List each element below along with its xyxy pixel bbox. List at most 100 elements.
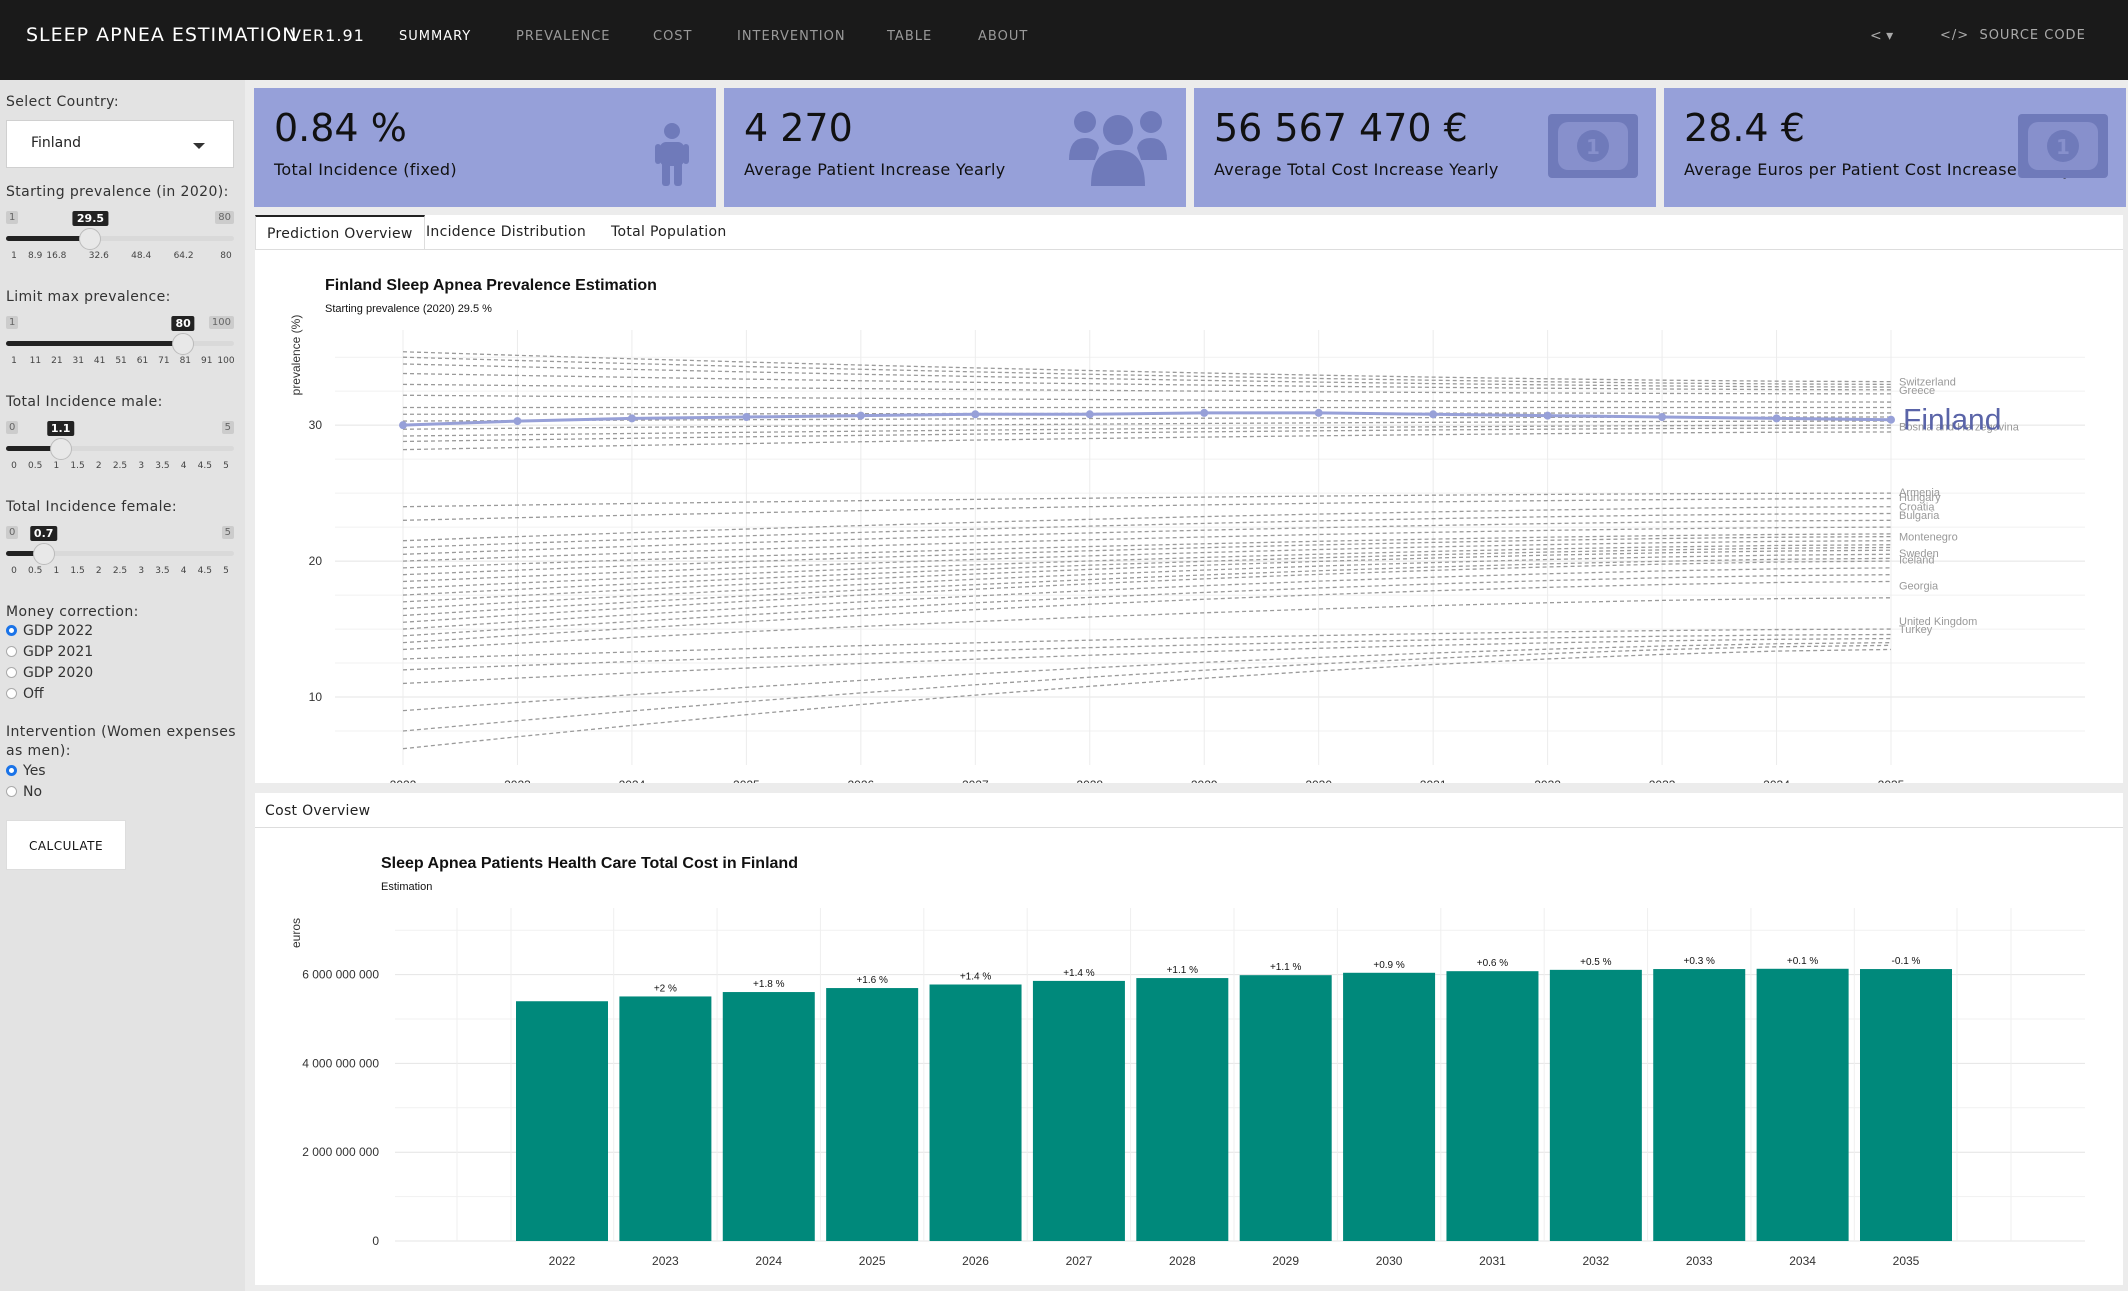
x-tick-label: 2029 [1191, 778, 1218, 783]
code-icon: </> [1940, 28, 1970, 43]
tab-prediction-overview[interactable]: Prediction Overview [255, 215, 425, 249]
slider-tick-label: 64.2 [173, 251, 194, 261]
x-tick-label: 2034 [1789, 1254, 1816, 1268]
cost-bar [1446, 971, 1539, 1241]
slider-tick-label: 1 [11, 251, 17, 261]
intervention-option[interactable]: Yes [6, 763, 46, 779]
country-label: Turkey [1899, 624, 1933, 636]
bar-change-label: +1.4 % [960, 972, 992, 983]
incidence-male-label: Total Incidence male: [6, 394, 163, 410]
x-tick-label: 2033 [1649, 778, 1676, 783]
slider-ticks: 0 0.5 1 1.5 2 2.5 3 3.5 4 4.5 5 [6, 461, 234, 481]
slider-tick-label: 1 [53, 461, 60, 471]
radio-button[interactable] [6, 765, 17, 776]
card-label: Average Total Cost Increase Yearly [1214, 160, 1499, 179]
country-label: Montenegro [1899, 532, 1958, 544]
slider-ticks: 0 0.5 1 1.5 2 2.5 3 3.5 4 4.5 5 [6, 566, 234, 586]
nav-prevalence[interactable]: PREVALENCE [516, 29, 611, 44]
x-tick-label: 2032 [1582, 1254, 1609, 1268]
finland-data-point [1772, 414, 1781, 423]
finland-data-point [1543, 411, 1552, 420]
chevron-down-icon [193, 143, 205, 149]
y-axis-label: euros [289, 918, 303, 948]
incidence-male-slider[interactable]: 0 5 1.1 0 0.5 1 1.5 2 2.5 3 3.5 4 4.5 5 [6, 421, 234, 481]
cost-bar [1860, 969, 1952, 1241]
slider-value-badge: 80 [171, 316, 195, 331]
country-series-line [402, 574, 1892, 637]
calculate-button[interactable]: CALCULATE [6, 820, 126, 870]
tab-total-population[interactable]: Total Population [600, 215, 738, 249]
cost-bar [1653, 969, 1746, 1241]
country-series-line [402, 431, 1892, 451]
country-series-line [402, 497, 1892, 521]
slider-tick-label: 5 [223, 566, 229, 576]
limit-prevalence-slider[interactable]: 1 100 80 1 11 21 31 41 51 61 71 81 91 100 [6, 316, 235, 376]
card-label: Average Euros per Patient Cost Increase … [1684, 160, 2072, 179]
cost-bar [722, 992, 815, 1241]
finland-series-label: Finland [1903, 404, 2001, 437]
slider-min-badge: 1 [6, 211, 19, 224]
bar-change-label: +0.6 % [1477, 958, 1509, 969]
x-tick-label: 2035 [1893, 1254, 1920, 1268]
cost-bar [826, 988, 919, 1241]
slider-tick-label: 2.5 [112, 566, 128, 576]
money-correction-option[interactable]: GDP 2020 [6, 665, 93, 681]
cost-bar-chart: Sleep Apnea Patients Health Care Total C… [289, 855, 2085, 1268]
radio-button[interactable] [6, 625, 17, 636]
source-code-link[interactable]: </> SOURCE CODE [1940, 28, 2086, 43]
card-total-incidence: 0.84 % Total Incidence (fixed) [254, 88, 716, 207]
cost-bar [929, 984, 1022, 1241]
country-label: Bulgaria [1899, 510, 1940, 522]
bar-change-label: +0.1 % [1787, 956, 1819, 967]
bar-change-label: +0.5 % [1580, 957, 1612, 968]
nav-summary[interactable]: SUMMARY [399, 29, 471, 44]
slider-handle[interactable] [79, 228, 102, 250]
x-tick-label: 2023 [504, 778, 531, 783]
bar-change-label: +0.3 % [1684, 956, 1716, 967]
slider-handle[interactable] [172, 333, 195, 355]
tab-incidence-distribution[interactable]: Incidence Distribution [415, 215, 597, 249]
nav-intervention[interactable]: INTERVENTION [737, 29, 846, 44]
bar-change-label: +1.4 % [1063, 968, 1095, 979]
x-tick-label: 2033 [1686, 1254, 1713, 1268]
radio-button[interactable] [6, 688, 17, 699]
slider-handle[interactable] [32, 543, 55, 565]
slider-tick-label: 81 [179, 356, 192, 366]
x-tick-label: 2026 [962, 1254, 989, 1268]
nav-about[interactable]: ABOUT [978, 29, 1028, 44]
nav-table[interactable]: TABLE [887, 29, 932, 44]
money-correction-option[interactable]: GDP 2022 [6, 623, 93, 639]
radio-button[interactable] [6, 786, 17, 797]
incidence-female-slider[interactable]: 0 5 0.7 0 0.5 1 1.5 2 2.5 3 3.5 4 4.5 5 [6, 526, 234, 586]
x-tick-label: 2024 [755, 1254, 782, 1268]
intervention-label: Intervention (Women expenses [6, 724, 236, 740]
country-label: Iceland [1899, 555, 1934, 567]
x-tick-label: 2022 [390, 778, 417, 783]
money-correction-option[interactable]: GDP 2021 [6, 644, 93, 660]
share-icon[interactable]: < ▾ [1870, 28, 1893, 44]
slider-min-badge: 0 [6, 421, 19, 434]
cost-bar [1756, 968, 1849, 1241]
country-select[interactable]: Finland [6, 120, 234, 168]
cost-bar [1239, 975, 1332, 1241]
card-euros-per-patient: 28.4 € Average Euros per Patient Cost In… [1664, 88, 2126, 207]
x-tick-label: 2029 [1272, 1254, 1299, 1268]
chart-subtitle: Starting prevalence (2020) 29.5 % [325, 303, 492, 315]
start-prevalence-slider[interactable]: 1 80 29.5 1 8.9 16.8 32.6 48.4 64.2 80 [6, 211, 234, 271]
y-tick-label: 20 [309, 554, 323, 568]
money-correction-option[interactable]: Off [6, 686, 44, 702]
slider-tick-label: 0 [11, 461, 17, 471]
money-correction-label: Money correction: [6, 604, 139, 620]
x-tick-label: 2034 [1763, 778, 1790, 783]
nav-cost[interactable]: COST [653, 29, 693, 44]
cost-panel-title: Cost Overview [265, 803, 371, 819]
intervention-option[interactable]: No [6, 784, 42, 800]
country-series-line [402, 637, 1892, 685]
bar-change-label: +1.1 % [1167, 965, 1199, 976]
slider-handle[interactable] [49, 438, 72, 460]
radio-button[interactable] [6, 667, 17, 678]
x-tick-label: 2022 [549, 1254, 576, 1268]
y-tick-label: 4 000 000 000 [302, 1056, 379, 1070]
radio-button[interactable] [6, 646, 17, 657]
prediction-panel: Prediction Overview Incidence Distributi… [255, 215, 2123, 783]
